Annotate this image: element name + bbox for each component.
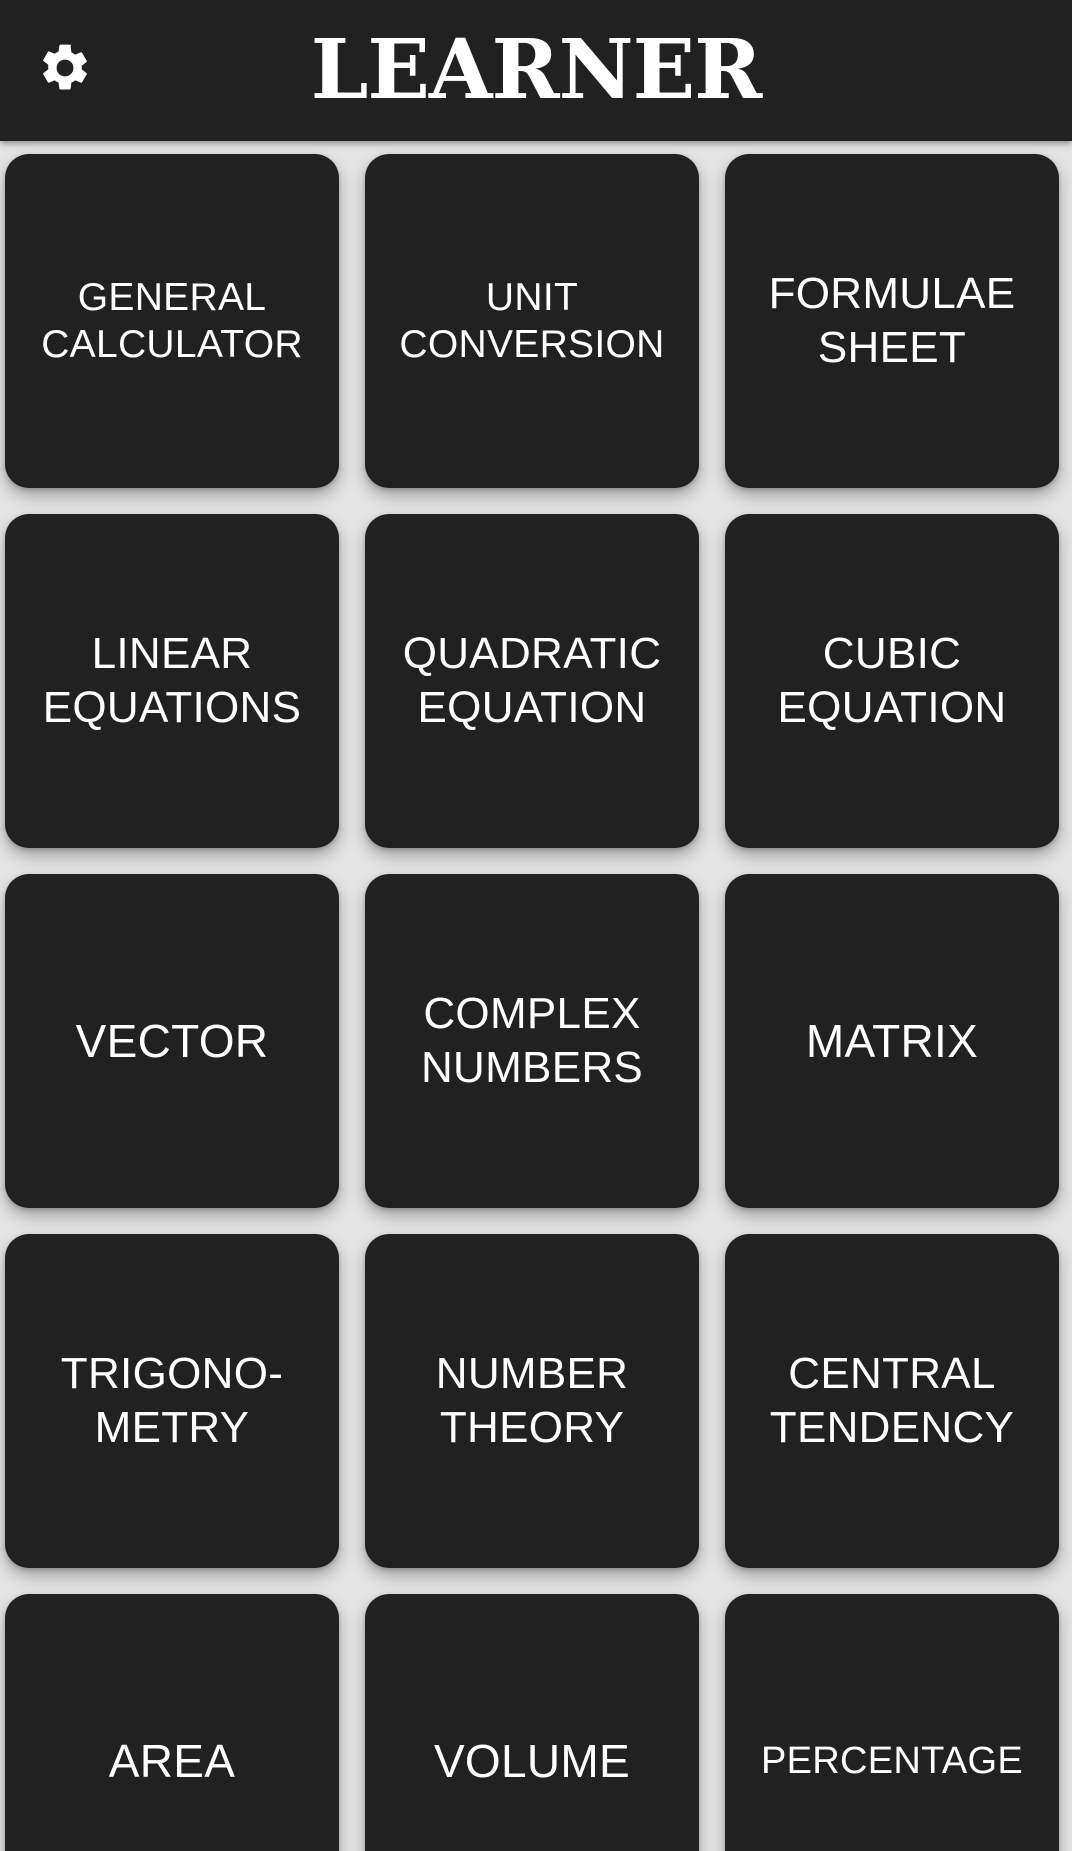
- tile-matrix[interactable]: MATRIX: [725, 874, 1059, 1208]
- tile-unit-conversion[interactable]: UNIT CONVERSION: [365, 154, 699, 488]
- tile-label: AREA: [108, 1735, 236, 1787]
- tile-label: MATRIX: [805, 1015, 979, 1067]
- tile-trigonometry[interactable]: TRIGONO- METRY: [5, 1234, 339, 1568]
- tile-label: TRIGONO- METRY: [60, 1349, 284, 1452]
- tile-area[interactable]: AREA: [5, 1594, 339, 1851]
- tile-vector[interactable]: VECTOR: [5, 874, 339, 1208]
- app-title: LEARNER: [310, 22, 763, 118]
- tile-label: PERCENTAGE: [760, 1740, 1023, 1782]
- tile-label: NUMBER THEORY: [435, 1349, 629, 1452]
- top-app-bar: LEARNER: [0, 0, 1072, 141]
- tile-volume[interactable]: VOLUME: [365, 1594, 699, 1851]
- tile-label: CUBIC EQUATION: [777, 629, 1007, 732]
- tile-cubic-equation[interactable]: CUBIC EQUATION: [725, 514, 1059, 848]
- tile-label: QUADRATIC EQUATION: [402, 629, 662, 732]
- tile-number-theory[interactable]: NUMBER THEORY: [365, 1234, 699, 1568]
- tile-label: VOLUME: [433, 1735, 631, 1787]
- tile-central-tendency[interactable]: CENTRAL TENDENCY: [725, 1234, 1059, 1568]
- tile-label: UNIT CONVERSION: [399, 276, 665, 366]
- tile-quadratic-equation[interactable]: QUADRATIC EQUATION: [365, 514, 699, 848]
- app-screen: GENERAL CALCULATOR UNIT CONVERSION FORMU…: [0, 0, 1072, 1851]
- tile-label: FORMULAE SHEET: [768, 269, 1016, 372]
- tile-percentage[interactable]: PERCENTAGE: [725, 1594, 1059, 1851]
- tile-label: LINEAR EQUATIONS: [42, 629, 302, 732]
- tile-formulae-sheet[interactable]: FORMULAE SHEET: [725, 154, 1059, 488]
- tile-label: GENERAL CALCULATOR: [41, 276, 303, 366]
- feature-grid: GENERAL CALCULATOR UNIT CONVERSION FORMU…: [0, 0, 1072, 1851]
- tile-label: CENTRAL TENDENCY: [769, 1349, 1015, 1452]
- tile-label: VECTOR: [75, 1015, 269, 1067]
- tile-label: COMPLEX NUMBERS: [420, 989, 644, 1092]
- tile-general-calculator[interactable]: GENERAL CALCULATOR: [5, 154, 339, 488]
- tile-linear-equations[interactable]: LINEAR EQUATIONS: [5, 514, 339, 848]
- tile-complex-numbers[interactable]: COMPLEX NUMBERS: [365, 874, 699, 1208]
